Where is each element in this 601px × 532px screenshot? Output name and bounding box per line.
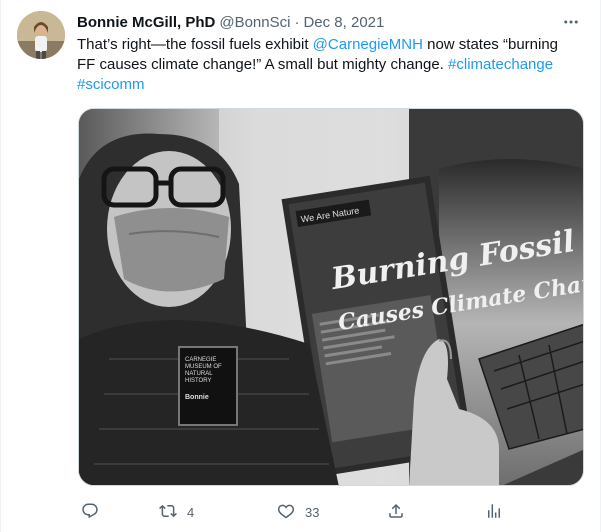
- more-icon[interactable]: [560, 11, 582, 33]
- share-icon: [387, 502, 405, 523]
- retweet-button[interactable]: 4: [159, 500, 194, 524]
- badge-line2: MUSEUM OF: [185, 364, 222, 370]
- hashtag-climatechange[interactable]: #climatechange: [448, 56, 553, 73]
- like-button[interactable]: 33: [277, 500, 319, 524]
- retweet-icon: [159, 502, 177, 523]
- timestamp[interactable]: Dec 8, 2021: [303, 14, 384, 31]
- tweet-photo[interactable]: We Are Nature Burning Fossil Fuels Cause…: [78, 108, 584, 486]
- user-handle[interactable]: @BonnSci: [219, 14, 290, 31]
- tweet-text-part1: That’s right—the fossil fuels exhibit: [77, 36, 313, 53]
- tweet-actions: 4 33: [77, 496, 577, 528]
- tweet-text: That’s right—the fossil fuels exhibit @C…: [77, 35, 577, 95]
- like-count: 33: [305, 504, 320, 520]
- separator-dot: ·: [294, 13, 300, 31]
- retweet-count: 4: [187, 504, 195, 520]
- avatar[interactable]: [17, 11, 65, 59]
- reply-button[interactable]: [81, 500, 109, 524]
- heart-icon: [277, 502, 295, 523]
- badge-name: Bonnie: [185, 394, 209, 401]
- tweet-card[interactable]: Bonnie McGill, PhD @BonnSci · Dec 8, 202…: [0, 0, 601, 532]
- analytics-button[interactable]: [485, 500, 513, 524]
- mention-link[interactable]: @CarnegieMNH: [313, 36, 423, 53]
- hashtag-scicomm[interactable]: #scicomm: [77, 76, 145, 93]
- badge-line4: HISTORY: [185, 378, 211, 384]
- reply-icon: [81, 502, 99, 523]
- share-button[interactable]: [387, 500, 415, 524]
- badge-line3: NATURAL: [185, 371, 213, 377]
- display-name[interactable]: Bonnie McGill, PhD: [77, 14, 215, 31]
- badge-line1: CARNEGIE: [185, 357, 216, 363]
- analytics-icon: [485, 502, 503, 523]
- tweet-header: Bonnie McGill, PhD @BonnSci · Dec 8, 202…: [77, 11, 584, 33]
